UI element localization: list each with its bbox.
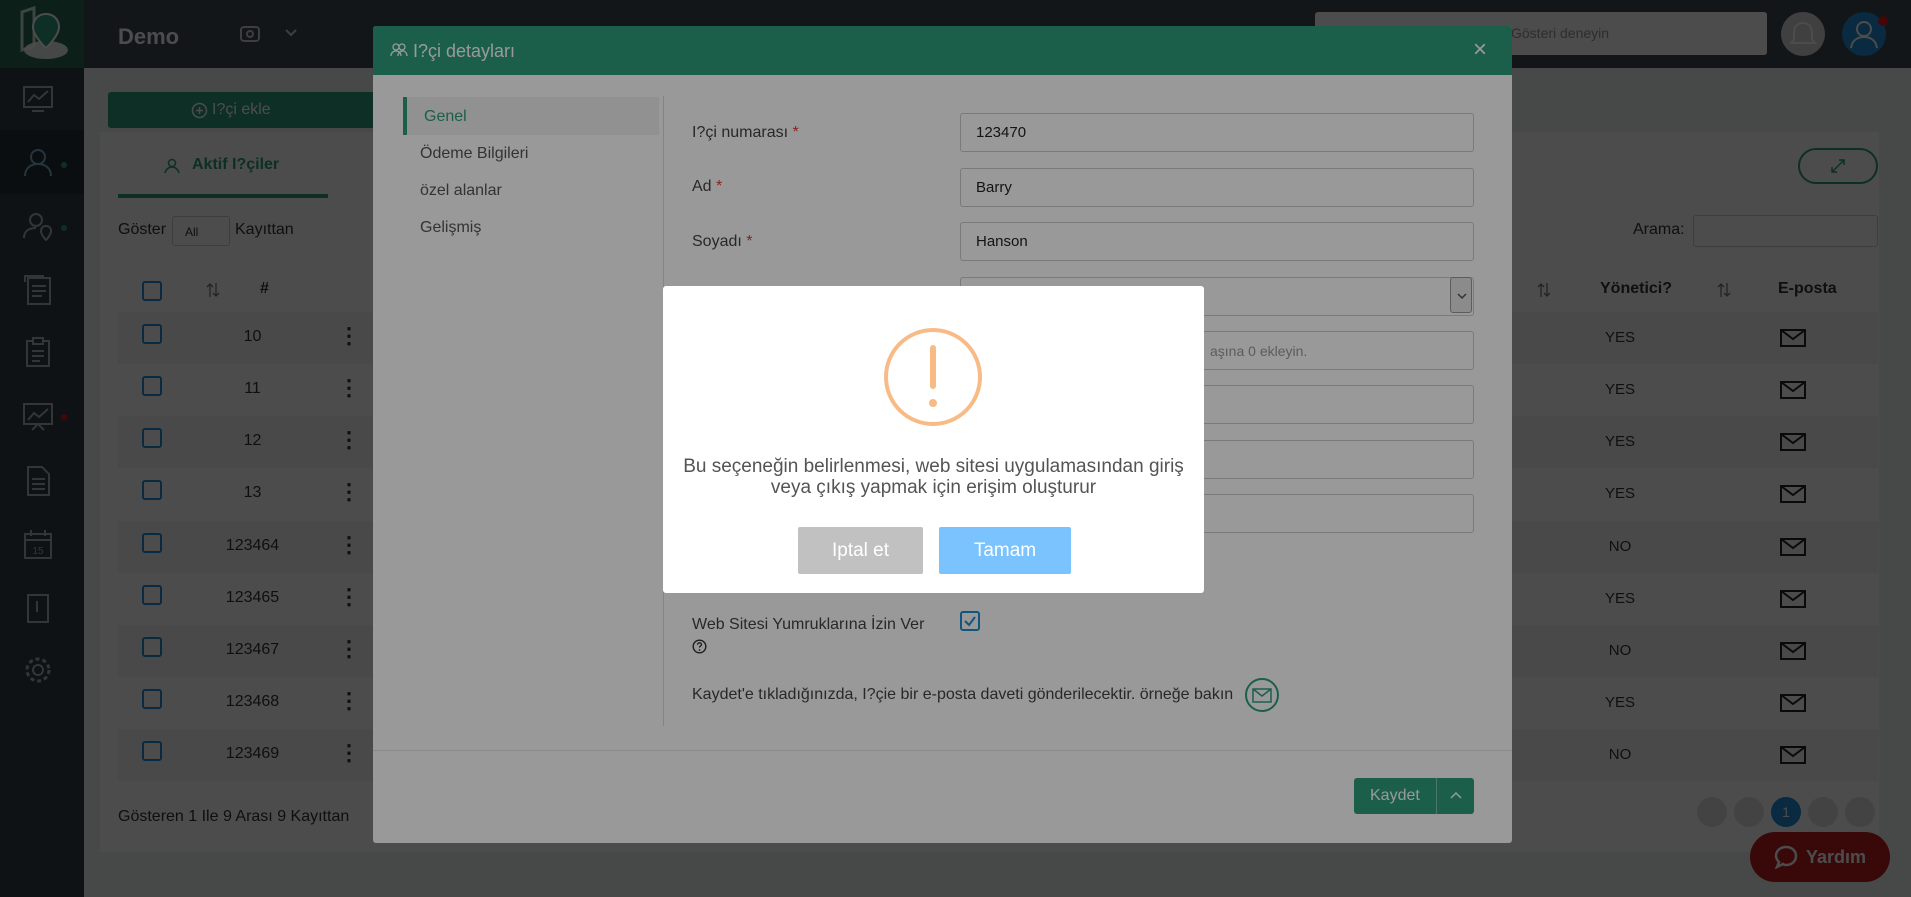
- alert-ok-button[interactable]: Tamam: [939, 527, 1071, 574]
- alert-message: Bu seçeneğin belirlenmesi, web sitesi uy…: [683, 456, 1184, 498]
- alert-cancel-button[interactable]: Iptal et: [798, 527, 923, 574]
- alert-dialog: Bu seçeneğin belirlenmesi, web sitesi uy…: [663, 286, 1204, 593]
- warning-exclamation-icon: [884, 328, 982, 426]
